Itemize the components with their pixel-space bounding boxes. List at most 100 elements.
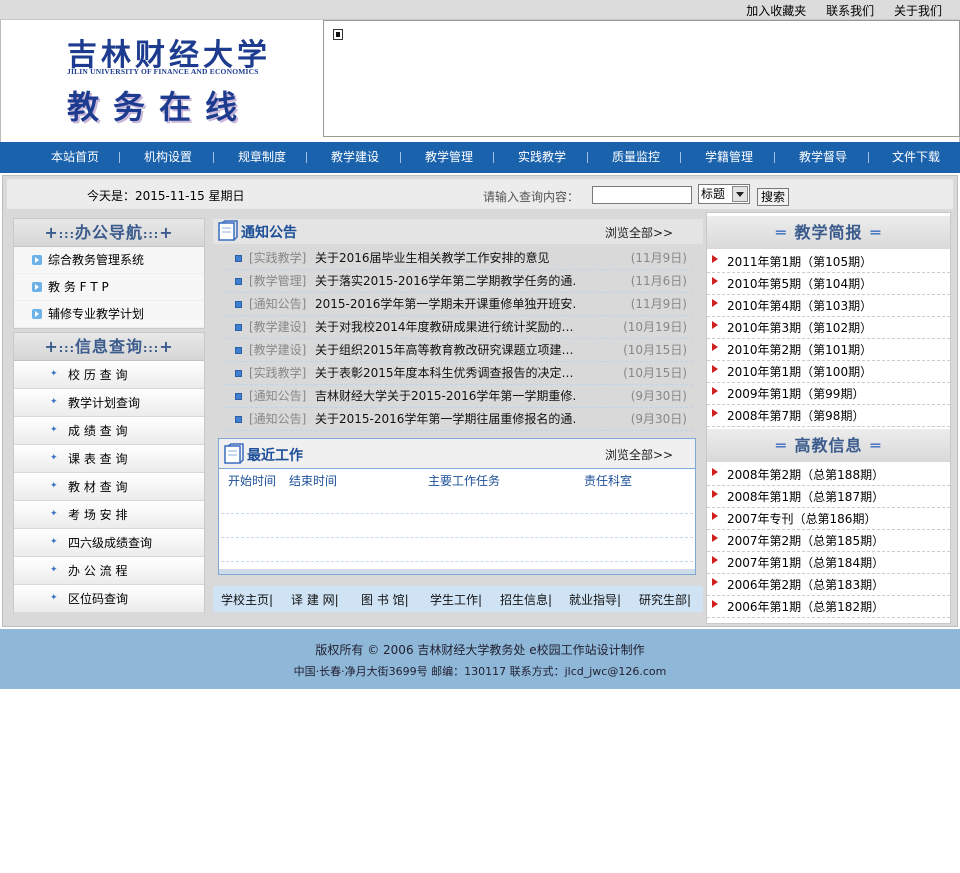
notice-item[interactable]: [通知公告] 吉林财经大学关于2015-2016学年第一学期重修… (9月30日): [225, 385, 693, 408]
teaching-brief-item[interactable]: 2010年第3期（第102期）: [707, 317, 950, 339]
nav-separator: [493, 152, 494, 163]
arrow-bullet-icon: [32, 282, 42, 292]
higher-edu-item[interactable]: 2006年第1期（总第182期）: [707, 596, 950, 618]
pin-bullet-icon: ✦: [50, 509, 58, 519]
plus-icon: +: [44, 337, 59, 356]
office-nav-item[interactable]: 综合教务管理系统: [14, 247, 204, 274]
notice-category: [教学管理]: [249, 274, 307, 288]
notice-title-link[interactable]: 关于2016届毕业生相关教学工作安排的意见: [315, 247, 577, 269]
recent-work-more-link[interactable]: 浏览全部>>: [605, 446, 673, 463]
higher-edu-item[interactable]: 2007年第1期（总第184期）: [707, 552, 950, 574]
notice-more-link[interactable]: 浏览全部>>: [605, 224, 673, 241]
issue-label: 2010年第4期（第103期）: [727, 299, 873, 313]
about-us-link[interactable]: 关于我们: [894, 4, 942, 18]
office-nav-item[interactable]: 教 务 F T P: [14, 274, 204, 301]
pin-bullet-icon: ✦: [50, 481, 58, 491]
plus-icon: +: [159, 223, 174, 242]
higher-edu-item[interactable]: 2008年第1期（总第187期）: [707, 486, 950, 508]
info-query-item[interactable]: ✦ 课 表 查 询: [14, 445, 204, 473]
search-button[interactable]: 搜索: [757, 188, 789, 206]
column-header: 责任科室: [584, 474, 633, 488]
info-query-item[interactable]: ✦ 考 场 安 排: [14, 501, 204, 529]
office-nav-item[interactable]: 辅修专业教学计划: [14, 301, 204, 328]
info-query-item[interactable]: ✦ 校 历 查 询: [14, 361, 204, 389]
notice-item[interactable]: [通知公告] 2015-2016学年第一学期未开课重修单独开班安… (11月9日): [225, 293, 693, 316]
notice-date: (10月15日): [623, 343, 687, 357]
notice-title-link[interactable]: 关于落实2015-2016学年第二学期教学任务的通…: [315, 270, 577, 292]
issue-label: 2007年第1期（总第184期）: [727, 556, 885, 570]
higher-edu-item[interactable]: 2006年第2期（总第183期）: [707, 574, 950, 596]
notice-item[interactable]: [教学管理] 关于落实2015-2016学年第二学期教学任务的通… (11月6日): [225, 270, 693, 293]
pin-bullet-icon: ✦: [50, 537, 58, 547]
info-query-item[interactable]: ✦ 教 材 查 询: [14, 473, 204, 501]
notice-item[interactable]: [实践教学] 关于2016届毕业生相关教学工作安排的意见 (11月9日): [225, 247, 693, 270]
notice-title: 通知公告: [241, 225, 297, 241]
notice-title-link[interactable]: 2015-2016学年第一学期未开课重修单独开班安…: [315, 293, 577, 315]
teaching-brief-item[interactable]: 2010年第4期（第103期）: [707, 295, 950, 317]
chevron-down-icon[interactable]: [732, 186, 748, 202]
search-input[interactable]: [592, 186, 692, 204]
notice-title-link[interactable]: 关于组织2015年高等教育教改研究课题立项建…: [315, 339, 577, 361]
pin-bullet-icon: ✦: [50, 425, 58, 435]
office-nav-heading: +:::办公导航:::+: [14, 219, 204, 247]
nav-item[interactable]: 本站首页: [51, 142, 99, 173]
nav-item[interactable]: 质量监控: [612, 142, 660, 173]
nav-item[interactable]: 规章制度: [238, 142, 286, 173]
info-query-item[interactable]: ✦ 教学计划查询: [14, 389, 204, 417]
nav-item[interactable]: 文件下载: [892, 142, 940, 173]
notice-item[interactable]: [实践教学] 关于表彰2015年度本科生优秀调查报告的决定… (10月15日): [225, 362, 693, 385]
info-query-item[interactable]: ✦ 区位码查询: [14, 585, 204, 613]
info-query-label: 课 表 查 询: [68, 452, 128, 466]
teaching-brief-title: 教学简报: [794, 223, 863, 242]
quick-link[interactable]: 学生工作|: [430, 591, 482, 608]
notice-title-link[interactable]: 吉林财经大学关于2015-2016学年第一学期重修…: [315, 385, 577, 407]
nav-separator: [868, 152, 869, 163]
nav-item[interactable]: 教学管理: [425, 142, 473, 173]
notice-title-link[interactable]: 关于2015-2016学年第一学期往届重修报名的通…: [315, 408, 577, 430]
contact-us-link[interactable]: 联系我们: [826, 4, 874, 18]
teaching-brief-item[interactable]: 2010年第1期（第100期）: [707, 361, 950, 383]
copyright-text: 版权所有 © 2006 吉林财经大学教务处 e校园工作站设计制作: [315, 643, 645, 657]
higher-edu-item[interactable]: 2007年第2期（总第185期）: [707, 530, 950, 552]
red-arrow-icon: [712, 468, 718, 476]
nav-item[interactable]: 实践教学: [518, 142, 566, 173]
info-query-item[interactable]: ✦ 成 绩 查 询: [14, 417, 204, 445]
office-nav-label: 教 务 F T P: [48, 280, 109, 294]
nav-item[interactable]: 教学建设: [331, 142, 379, 173]
notice-item[interactable]: [通知公告] 关于2015-2016学年第一学期往届重修报名的通… (9月30日): [225, 408, 693, 431]
quick-link[interactable]: 译 建 网|: [291, 591, 339, 608]
teaching-brief-item[interactable]: 2010年第5期（第104期）: [707, 273, 950, 295]
search-field-select[interactable]: 标题: [698, 184, 750, 204]
add-favorite-link[interactable]: 加入收藏夹: [746, 4, 806, 18]
quick-link[interactable]: 学校主页|: [221, 591, 273, 608]
quick-link[interactable]: 就业指导|: [569, 591, 621, 608]
notice-list: [实践教学] 关于2016届毕业生相关教学工作安排的意见 (11月9日) [教学管理]…: [225, 247, 693, 431]
notice-item[interactable]: [教学建设] 关于组织2015年高等教育教改研究课题立项建… (10月15日): [225, 339, 693, 362]
red-arrow-icon: [712, 387, 718, 395]
teaching-brief-item[interactable]: 2008年第7期（第98期）: [707, 405, 950, 427]
red-arrow-icon: [712, 365, 718, 373]
notice-title-link[interactable]: 关于表彰2015年度本科生优秀调查报告的决定…: [315, 362, 577, 384]
quick-link[interactable]: 图 书 馆|: [361, 591, 409, 608]
higher-edu-item[interactable]: 2007年专刊（总第186期）: [707, 508, 950, 530]
info-query-label: 校 历 查 询: [68, 368, 128, 382]
info-query-item[interactable]: ✦ 四六级成绩查询: [14, 529, 204, 557]
teaching-brief-item[interactable]: 2009年第1期（第99期）: [707, 383, 950, 405]
main-nav: 本站首页 机构设置 规章制度 教学建设 教学管理 实践教学 质量监控 学籍管理 教学督导 文件下载: [0, 142, 960, 173]
quick-link[interactable]: 研究生部|: [639, 591, 691, 608]
nav-item[interactable]: 机构设置: [144, 142, 192, 173]
column-header: 开始时间: [228, 474, 277, 488]
teaching-brief-item[interactable]: 2011年第1期（第105期）: [707, 251, 950, 273]
notice-item[interactable]: [教学建设] 关于对我校2014年度教研成果进行统计奖励的… (10月19日): [225, 316, 693, 339]
higher-edu-item[interactable]: 2008年第2期（总第188期）: [707, 464, 950, 486]
teaching-brief-item[interactable]: 2010年第2期（第101期）: [707, 339, 950, 361]
search-field-select-value: 标题: [701, 187, 726, 201]
university-logo-english: JILIN UNIVERSITY OF FINANCE AND ECONOMIC…: [67, 67, 259, 76]
info-query-item[interactable]: ✦ 办 公 流 程: [14, 557, 204, 585]
info-query-title: 信息查询: [74, 337, 143, 356]
nav-item[interactable]: 教学督导: [799, 142, 847, 173]
quick-link[interactable]: 招生信息|: [500, 591, 552, 608]
nav-item[interactable]: 学籍管理: [705, 142, 753, 173]
column-header: 主要工作任务: [428, 474, 501, 488]
notice-title-link[interactable]: 关于对我校2014年度教研成果进行统计奖励的…: [315, 316, 577, 338]
